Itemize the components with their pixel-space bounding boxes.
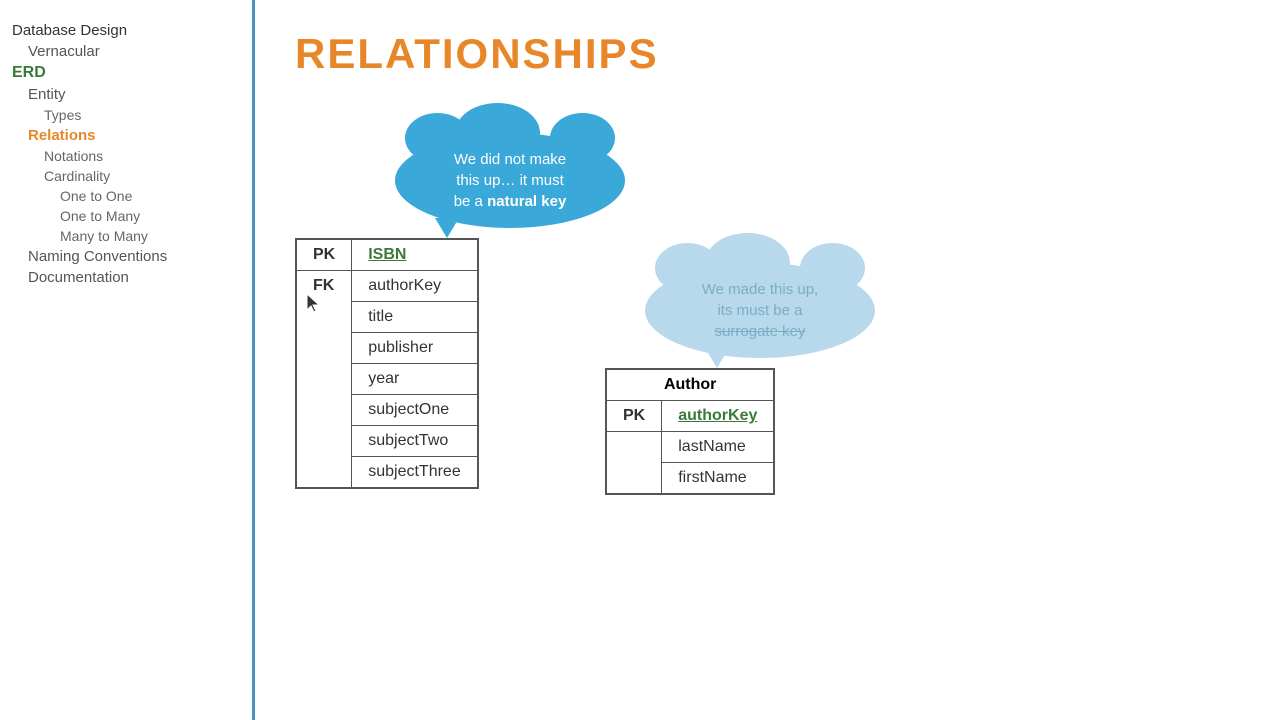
book-subject-two: subjectTwo <box>352 426 478 457</box>
book-title: title <box>352 302 478 333</box>
sidebar-item-one-to-one[interactable]: One to One <box>12 186 252 206</box>
author-table-title: Author <box>606 369 774 401</box>
sidebar-item-cardinality[interactable]: Cardinality <box>12 166 252 186</box>
sidebar-item-database-design[interactable]: Database Design <box>12 20 252 41</box>
book-fk-row: FK authorKey <box>296 271 478 302</box>
cursor-icon <box>305 292 323 319</box>
sidebar-item-entity[interactable]: Entity <box>12 84 252 105</box>
sidebar-item-documentation[interactable]: Documentation <box>12 267 252 288</box>
book-pk-label: PK <box>296 239 352 271</box>
sidebar-item-vernacular[interactable]: Vernacular <box>12 41 252 62</box>
sidebar-item-relations[interactable]: Relations <box>12 125 252 146</box>
book-table: PK ISBN FK authorKey title publisher yea <box>295 238 479 489</box>
main-content: RELATIONSHIPS We did not makethis up… it… <box>255 0 1280 720</box>
author-empty-label <box>606 432 662 495</box>
author-pk-row: PK authorKey <box>606 401 774 432</box>
author-title-row: Author <box>606 369 774 401</box>
sidebar-item-notations[interactable]: Notations <box>12 146 252 166</box>
book-subject-one: subjectOne <box>352 395 478 426</box>
author-pk-value: authorKey <box>662 401 775 432</box>
cloud-natural-key: We did not makethis up… it mustbe a natu… <box>395 133 625 228</box>
tables-area: We did not makethis up… it mustbe a natu… <box>295 108 1240 495</box>
author-fields-row: lastName <box>606 432 774 463</box>
book-table-wrapper: We did not makethis up… it mustbe a natu… <box>295 108 525 489</box>
sidebar-item-one-to-many[interactable]: One to Many <box>12 206 252 226</box>
author-pk-label: PK <box>606 401 662 432</box>
book-publisher: publisher <box>352 333 478 364</box>
sidebar-item-types[interactable]: Types <box>12 105 252 125</box>
sidebar: Database Design Vernacular ERD Entity Ty… <box>0 0 255 720</box>
author-table-wrapper: We made this up,its must be asurrogate k… <box>605 238 835 495</box>
book-isbn: ISBN <box>352 239 478 271</box>
author-table: Author PK authorKey lastName firstName <box>605 368 775 495</box>
cloud-surrogate-key: We made this up,its must be asurrogate k… <box>645 263 875 358</box>
book-year: year <box>352 364 478 395</box>
sidebar-item-many-to-many[interactable]: Many to Many <box>12 226 252 246</box>
book-pk-row: PK ISBN <box>296 239 478 271</box>
cloud-natural-text: We did not makethis up… it mustbe a natu… <box>454 149 567 212</box>
cloud-surrogate-text: We made this up,its must be asurrogate k… <box>702 279 818 342</box>
sidebar-item-naming-conventions[interactable]: Naming Conventions <box>12 246 252 267</box>
sidebar-item-erd[interactable]: ERD <box>12 62 252 84</box>
book-subject-three: subjectThree <box>352 457 478 489</box>
author-firstname: firstName <box>662 463 775 495</box>
author-lastname: lastName <box>662 432 775 463</box>
book-fk-value: authorKey <box>352 271 478 302</box>
page-title: RELATIONSHIPS <box>295 30 1240 78</box>
